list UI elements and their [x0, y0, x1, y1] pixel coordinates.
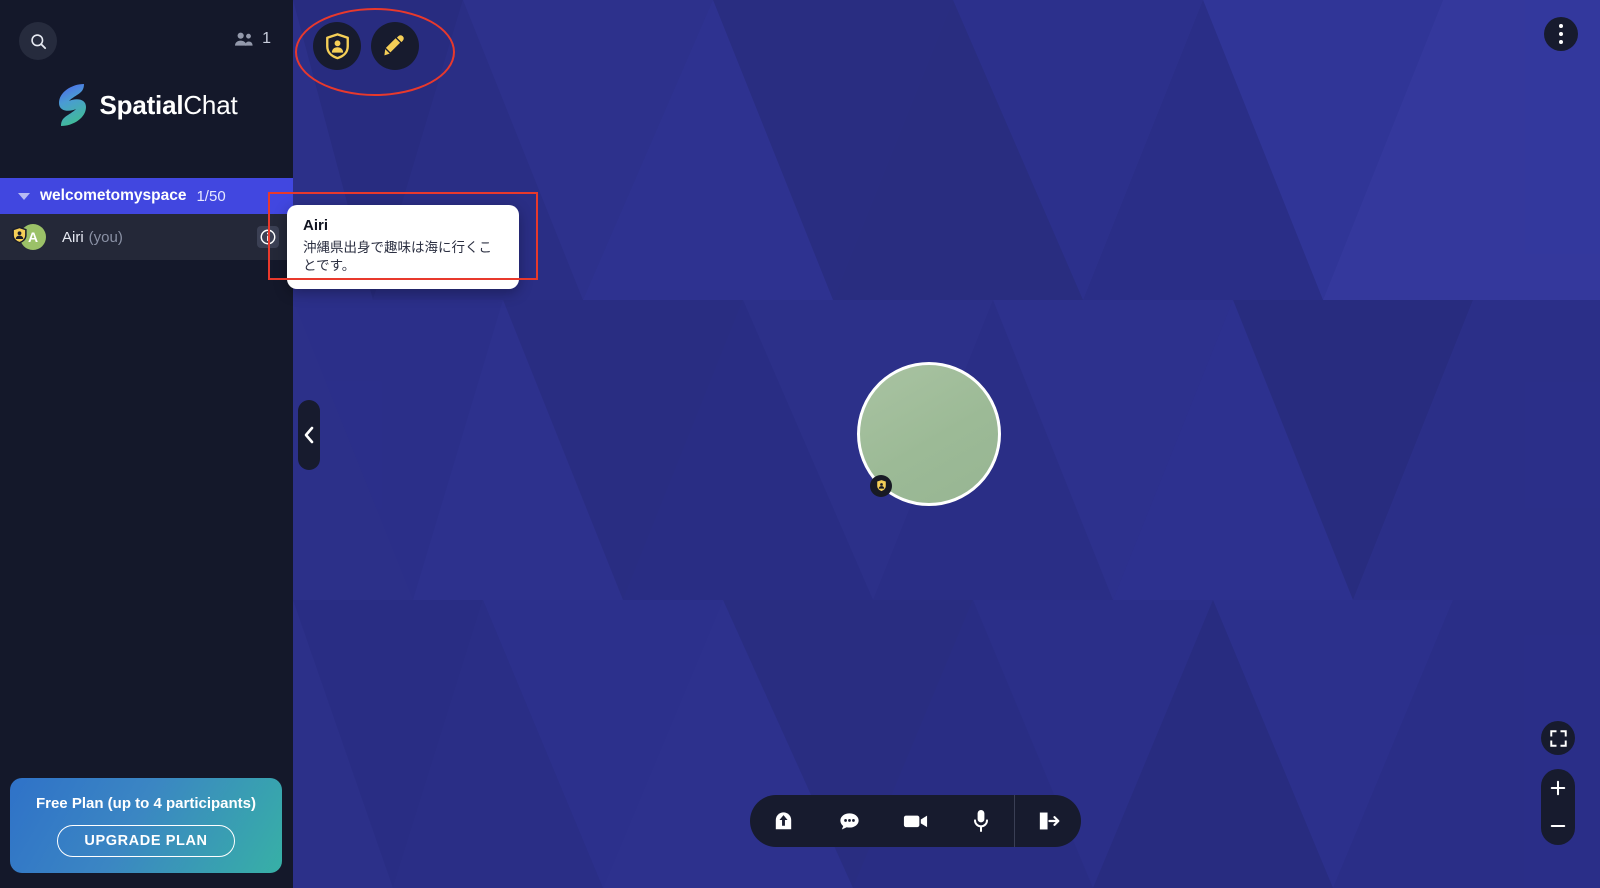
- chat-button[interactable]: [816, 795, 882, 847]
- tooltip-description: 沖縄県出身で趣味は海に行くことです。: [303, 240, 492, 274]
- plan-title: Free Plan (up to 4 participants): [35, 794, 257, 812]
- more-vertical-icon-dot-3: [1558, 39, 1564, 45]
- shield-person-icon: [325, 32, 349, 59]
- upgrade-plan-button[interactable]: UPGRADE PLAN: [57, 824, 235, 857]
- stage-more-menu-button[interactable]: [1544, 17, 1578, 51]
- video-camera-icon: [903, 815, 927, 828]
- more-vertical-icon-dot-1: [1558, 23, 1564, 29]
- draw-button[interactable]: [371, 22, 419, 70]
- stage-tools: [313, 22, 419, 70]
- avatar-initial: A: [27, 229, 39, 245]
- host-shield-icon: [11, 226, 28, 244]
- share-screen-button[interactable]: [750, 795, 816, 847]
- room-name: welcometomyspace: [40, 187, 187, 204]
- sidebar-header: 1 SpatialChat: [0, 0, 293, 178]
- people-counter: 1: [234, 30, 271, 48]
- app-logo-text: SpatialChat: [100, 90, 238, 121]
- moderator-badge-button[interactable]: [313, 22, 361, 70]
- zoom-in-button[interactable]: [1541, 769, 1575, 807]
- profile-tooltip: Airi 沖縄県出身で趣味は海に行くことです。: [287, 205, 519, 290]
- zoom-controls: [1541, 769, 1575, 845]
- microphone-icon: [974, 810, 988, 832]
- fit-to-screen-button[interactable]: [1541, 721, 1575, 755]
- exit-door-icon: [1039, 812, 1059, 830]
- participant-you-label: (you): [88, 228, 123, 246]
- leave-button[interactable]: [1015, 795, 1081, 847]
- share-up-icon: [775, 811, 791, 829]
- app-logo: SpatialChat: [0, 82, 293, 128]
- search-icon: [30, 33, 46, 49]
- brand-light: Chat: [183, 89, 238, 120]
- chevron-left-icon: [304, 426, 313, 444]
- caret-down-icon[interactable]: [18, 192, 30, 200]
- brand-bold: Spatial: [99, 89, 184, 120]
- room-header[interactable]: welcometomyspace 1/50: [0, 178, 293, 214]
- host-shield-icon: [870, 475, 892, 497]
- people-icon: [235, 32, 253, 46]
- sidebar: 1 SpatialChat welcometomyspace 1/50 A Ai…: [0, 0, 293, 888]
- zoom-out-button[interactable]: [1541, 807, 1575, 845]
- info-icon[interactable]: [257, 226, 279, 248]
- stage-participant-avatar[interactable]: [857, 362, 1001, 506]
- people-count-value: 1: [262, 30, 271, 47]
- stage-canvas[interactable]: [293, 0, 1600, 888]
- bottom-toolbar: [750, 795, 1081, 847]
- participant-name: Airi: [62, 228, 84, 246]
- more-vertical-icon-dot-2: [1558, 31, 1564, 37]
- room-capacity: 1/50: [196, 187, 226, 205]
- avatar: A: [12, 224, 46, 250]
- tooltip-name: Airi: [303, 217, 329, 234]
- sidebar-collapse-handle[interactable]: [298, 400, 320, 470]
- minus-icon: [1550, 824, 1566, 828]
- fit-screen-icon: [1549, 729, 1567, 747]
- search-button[interactable]: [19, 22, 57, 60]
- upgrade-plan-card: Free Plan (up to 4 participants) UPGRADE…: [10, 778, 282, 873]
- plus-icon: [1550, 780, 1566, 796]
- participant-list-item[interactable]: A Airi (you): [0, 214, 293, 260]
- chat-bubble-icon: [839, 812, 859, 829]
- camera-button[interactable]: [882, 795, 948, 847]
- spatialchat-s-logo-icon: [58, 84, 86, 126]
- microphone-button[interactable]: [948, 795, 1014, 847]
- pencil-icon: [384, 35, 404, 56]
